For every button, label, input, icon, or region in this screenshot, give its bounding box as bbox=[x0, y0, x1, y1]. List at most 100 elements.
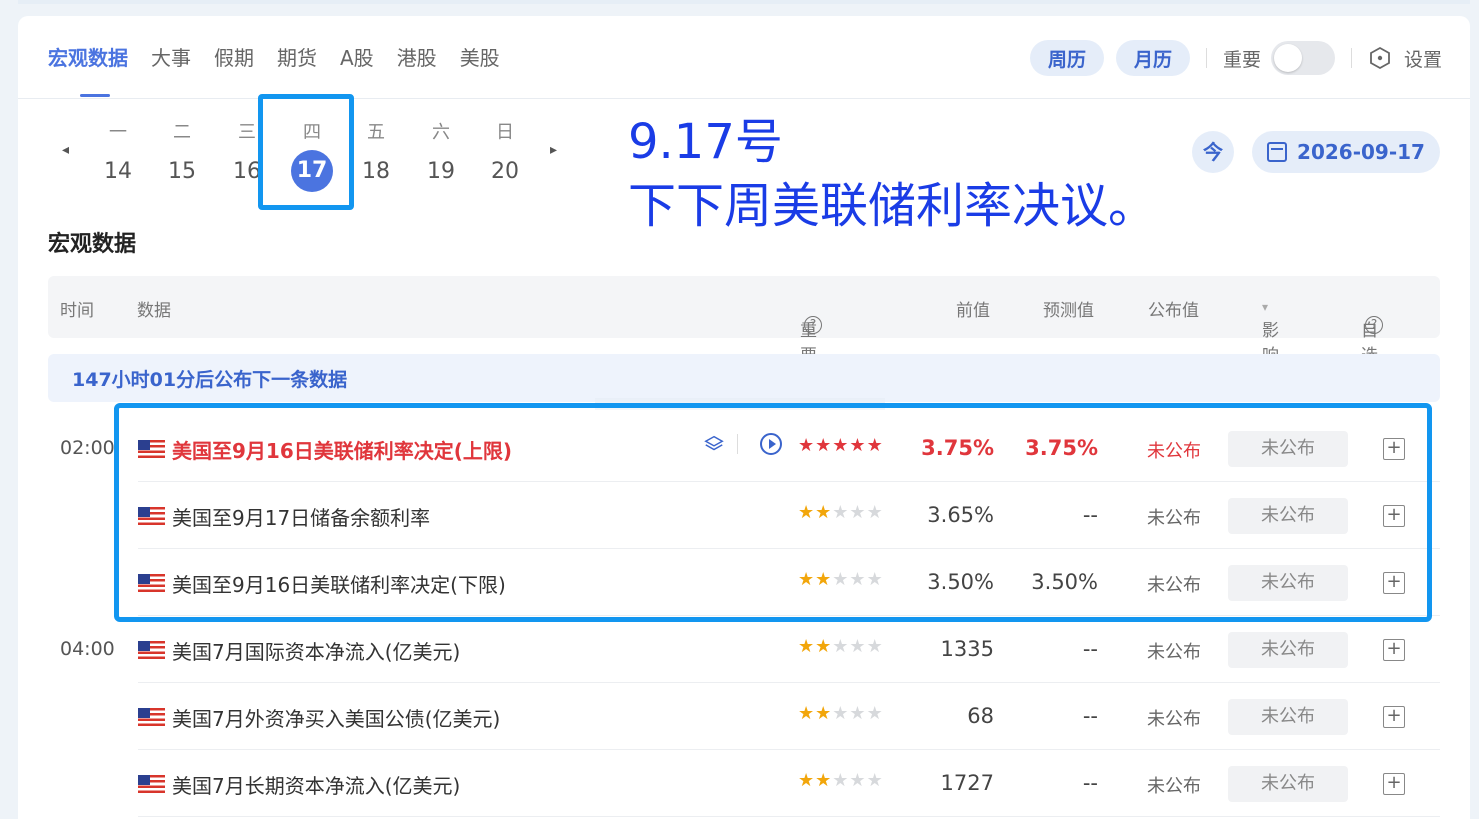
section-title: 宏观数据 bbox=[48, 232, 137, 257]
tab-holidays[interactable]: 假期 bbox=[214, 42, 254, 71]
importance-stars: ★★★★★ bbox=[798, 636, 884, 657]
star-icon: ★ bbox=[798, 703, 816, 724]
month-view-button[interactable]: 月历 bbox=[1115, 40, 1190, 76]
day-number: 14 bbox=[104, 159, 132, 184]
day-number: 15 bbox=[168, 159, 196, 184]
forecast-value: -- bbox=[1082, 637, 1098, 661]
day-number: 20 bbox=[491, 159, 519, 184]
sort-caret-icon: ▾ bbox=[1262, 300, 1269, 314]
col-time: 时间 bbox=[60, 301, 94, 321]
category-tabs: 宏观数据 大事 假期 期货 A股 港股 美股 bbox=[48, 42, 523, 71]
col-published: 公布值 bbox=[1148, 301, 1199, 321]
previous-value: 1727 bbox=[940, 771, 994, 795]
settings-label: 设置 bbox=[1403, 48, 1442, 71]
date-picker-button[interactable]: 2026-09-17 bbox=[1252, 131, 1440, 173]
forecast-value: -- bbox=[1082, 771, 1098, 795]
annotation-highlight-box bbox=[114, 403, 1432, 622]
table-row[interactable]: 美国7月长期资本净流入(亿美元) ★★★★★ 1727 -- 未公布 未公布 + bbox=[48, 750, 1440, 817]
indicator-name[interactable]: 美国7月长期资本净流入(亿美元) bbox=[172, 770, 460, 799]
table-row[interactable]: 美国7月外资净买入美国公债(亿美元) ★★★★★ 68 -- 未公布 未公布 + bbox=[48, 683, 1440, 750]
previous-value: 1335 bbox=[940, 637, 994, 661]
published-value: 未公布 bbox=[1147, 776, 1201, 797]
add-watch-button[interactable]: + bbox=[1383, 639, 1405, 661]
weekday-label: 五 bbox=[367, 122, 385, 143]
help-icon[interactable]: ? bbox=[1365, 316, 1383, 334]
important-toggle[interactable] bbox=[1270, 41, 1335, 75]
table-row[interactable]: 04:00 美国7月国际资本净流入(亿美元) ★★★★★ 1335 -- 未公布 未公布 + bbox=[48, 616, 1440, 683]
importance-stars: ★★★★★ bbox=[798, 770, 884, 791]
star-icon: ★ bbox=[849, 770, 867, 791]
col-impact[interactable]: 影响 ▾ bbox=[1262, 296, 1279, 366]
col-data: 数据 bbox=[137, 301, 171, 321]
tab-futures[interactable]: 期货 bbox=[277, 42, 317, 71]
impact-badge: 未公布 bbox=[1228, 766, 1348, 802]
star-icon: ★ bbox=[866, 636, 884, 657]
importance-stars: ★★★★★ bbox=[798, 703, 884, 724]
handwritten-annotation: 9.17号 下下周美联储利率决议。 bbox=[628, 110, 1156, 238]
top-strip bbox=[18, 0, 1470, 4]
tab-us-stocks[interactable]: 美股 bbox=[460, 42, 500, 71]
star-icon: ★ bbox=[798, 770, 816, 791]
published-value: 未公布 bbox=[1147, 709, 1201, 730]
toolbar-divider bbox=[1350, 48, 1352, 68]
toolbar-divider bbox=[1205, 48, 1207, 68]
release-time: 04:00 bbox=[60, 638, 115, 660]
day-number: 18 bbox=[362, 159, 390, 184]
tab-a-shares[interactable]: A股 bbox=[340, 42, 374, 71]
annotation-line-2: 下下周美联储利率决议。 bbox=[628, 178, 1157, 234]
help-icon[interactable]: ? bbox=[804, 316, 822, 334]
indicator-name[interactable]: 美国7月外资净买入美国公债(亿美元) bbox=[172, 703, 500, 732]
star-icon: ★ bbox=[832, 703, 850, 724]
release-time: 02:00 bbox=[60, 437, 115, 459]
settings-icon bbox=[1370, 46, 1390, 70]
important-label: 重要 bbox=[1222, 48, 1261, 71]
weekday-label: 六 bbox=[432, 122, 450, 143]
toolbar: 周历 月历 重要 设置 bbox=[1018, 40, 1442, 76]
star-icon: ★ bbox=[866, 770, 884, 791]
toggle-knob bbox=[1273, 44, 1302, 72]
star-icon: ★ bbox=[798, 636, 816, 657]
add-watch-button[interactable]: + bbox=[1383, 773, 1405, 795]
day-sat[interactable]: 六 19 bbox=[416, 118, 466, 192]
row-divider bbox=[138, 816, 1440, 817]
star-icon: ★ bbox=[815, 636, 833, 657]
day-tue[interactable]: 二 15 bbox=[157, 118, 207, 192]
day-sun[interactable]: 日 20 bbox=[480, 118, 530, 192]
us-flag-icon bbox=[138, 641, 165, 659]
next-week-arrow-icon[interactable]: ▸ bbox=[550, 142, 557, 158]
col-prev: 前值 bbox=[956, 301, 990, 321]
prev-week-arrow-icon[interactable]: ◂ bbox=[62, 142, 69, 158]
us-flag-icon bbox=[138, 708, 165, 726]
tab-macro-data[interactable]: 宏观数据 bbox=[48, 42, 128, 71]
weekday-label: 日 bbox=[496, 122, 514, 143]
col-forecast: 预测值 bbox=[1043, 301, 1094, 321]
current-date: 2026-09-17 bbox=[1297, 140, 1425, 164]
header-divider bbox=[18, 98, 1470, 99]
tab-events[interactable]: 大事 bbox=[151, 42, 191, 71]
settings-button[interactable]: 设置 bbox=[1368, 45, 1442, 72]
published-value: 未公布 bbox=[1147, 642, 1201, 663]
forecast-value: -- bbox=[1082, 704, 1098, 728]
star-icon: ★ bbox=[815, 703, 833, 724]
week-view-button[interactable]: 周历 bbox=[1029, 40, 1104, 76]
star-icon: ★ bbox=[832, 770, 850, 791]
next-release-notice: 147小时01分后公布下一条数据 bbox=[48, 354, 1440, 402]
day-fri[interactable]: 五 18 bbox=[351, 118, 401, 192]
us-flag-icon bbox=[138, 775, 165, 793]
today-button[interactable]: 今 bbox=[1192, 131, 1234, 173]
add-watch-button[interactable]: + bbox=[1383, 706, 1405, 728]
indicator-name[interactable]: 美国7月国际资本净流入(亿美元) bbox=[172, 636, 460, 665]
selected-day-highlight bbox=[258, 94, 354, 210]
tab-hk-stocks[interactable]: 港股 bbox=[397, 42, 437, 71]
impact-badge: 未公布 bbox=[1228, 699, 1348, 735]
star-icon: ★ bbox=[815, 770, 833, 791]
star-icon: ★ bbox=[849, 636, 867, 657]
weekday-label: 一 bbox=[109, 122, 127, 143]
day-number: 19 bbox=[427, 159, 455, 184]
impact-badge: 未公布 bbox=[1228, 632, 1348, 668]
annotation-line-1: 9.17号 bbox=[628, 114, 783, 170]
day-mon[interactable]: 一 14 bbox=[93, 118, 143, 192]
star-icon: ★ bbox=[866, 703, 884, 724]
weekday-label: 二 bbox=[173, 122, 191, 143]
table-header: 时间 数据 重要性? 前值 预测值 公布值 影响 ▾ 自选? bbox=[48, 276, 1440, 391]
